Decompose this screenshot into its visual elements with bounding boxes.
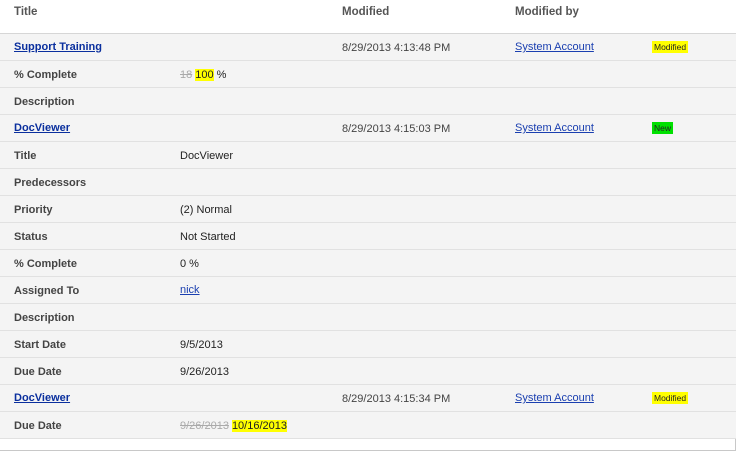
item-row-docviewer-modified: DocViewer 8/29/2013 4:15:34 PM System Ac… (0, 385, 736, 412)
field-label: Priority (14, 204, 53, 216)
field-row: Assigned To nick (0, 277, 736, 304)
modified-date: 8/29/2013 4:15:03 PM (342, 123, 451, 135)
field-row: Description (0, 304, 736, 331)
field-row: Predecessors (0, 169, 736, 196)
item-title-cell: Support Training (14, 41, 102, 53)
item-row-docviewer: DocViewer 8/29/2013 4:15:03 PM System Ac… (0, 115, 736, 142)
modified-by-link[interactable]: System Account (515, 41, 594, 53)
changes-table: Title Modified Modified by Support Train… (0, 0, 736, 451)
field-label: % Complete (14, 258, 77, 270)
new-value: 10/16/2013 (231, 420, 287, 432)
field-value: 9/5/2013 (180, 339, 223, 351)
assigned-to-link[interactable]: nick (180, 284, 200, 296)
status-badge-new: New (652, 122, 674, 134)
field-row: Priority (2) Normal (0, 196, 736, 223)
field-row: % Complete 0 % (0, 250, 736, 277)
field-row: Due Date 9/26/2013 10/16/2013 (0, 412, 736, 439)
item-title-link[interactable]: DocViewer (14, 392, 70, 404)
field-row: % Complete 18 100 % (0, 61, 736, 88)
field-row: Description (0, 88, 736, 115)
status-badge-modified: Modified (652, 41, 689, 53)
field-value-change: 18 100 % (180, 69, 226, 81)
field-row: Status Not Started (0, 223, 736, 250)
old-value: 9/26/2013 (180, 420, 229, 432)
table-header: Title Modified Modified by (0, 0, 736, 34)
field-value: 0 % (180, 258, 199, 270)
field-label: Status (14, 231, 48, 243)
modified-date: 8/29/2013 4:13:48 PM (342, 42, 451, 54)
field-label: Assigned To (14, 285, 80, 297)
modified-by-link[interactable]: System Account (515, 122, 594, 134)
field-row: Start Date 9/5/2013 (0, 331, 736, 358)
status-badge-modified: Modified (652, 392, 689, 404)
item-title-cell: DocViewer (14, 122, 70, 134)
column-header-modified-by[interactable]: Modified by (515, 6, 579, 18)
field-value: DocViewer (180, 150, 233, 162)
field-value: Not Started (180, 231, 236, 243)
modified-date: 8/29/2013 4:15:34 PM (342, 393, 451, 405)
item-title-cell: DocViewer (14, 392, 70, 404)
field-row: Due Date 9/26/2013 (0, 358, 736, 385)
item-row-support-training: Support Training 8/29/2013 4:13:48 PM Sy… (0, 34, 736, 61)
new-value: 100 (195, 69, 214, 81)
field-label: Due Date (14, 366, 62, 378)
field-value-change: 9/26/2013 10/16/2013 (180, 420, 287, 432)
field-label: Due Date (14, 420, 62, 432)
field-label: Title (14, 150, 37, 162)
modified-by-link[interactable]: System Account (515, 392, 594, 404)
field-label: Start Date (14, 339, 66, 351)
field-label: Predecessors (14, 177, 87, 189)
field-value: 9/26/2013 (180, 366, 229, 378)
item-title-link[interactable]: DocViewer (14, 122, 70, 134)
field-label: Description (14, 312, 75, 324)
field-value: (2) Normal (180, 204, 232, 216)
value-suffix: % (213, 69, 227, 81)
item-title-link[interactable]: Support Training (14, 41, 102, 53)
field-label: % Complete (14, 69, 77, 81)
column-header-modified[interactable]: Modified (342, 6, 389, 18)
field-row: Title DocViewer (0, 142, 736, 169)
field-label: Description (14, 96, 75, 108)
old-value: 18 (180, 69, 193, 81)
column-header-title[interactable]: Title (14, 6, 37, 18)
